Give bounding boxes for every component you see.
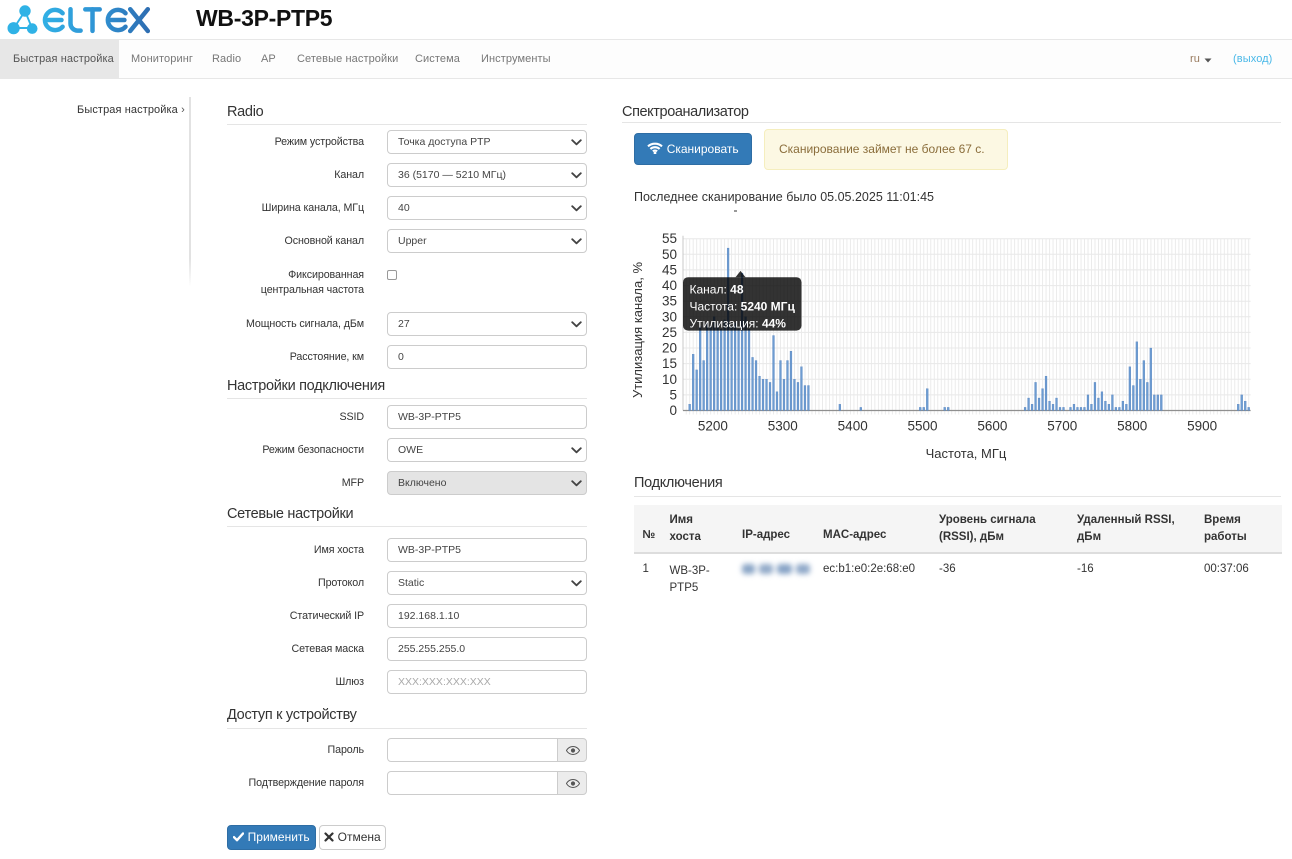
svg-text:10: 10 [662,372,677,387]
svg-text:25: 25 [662,325,677,340]
svg-text:Частота, МГц: Частота, МГц [926,446,1007,461]
svg-text:Частота: 5240 МГц: Частота: 5240 МГц [690,300,796,314]
svg-text:30: 30 [662,309,677,324]
svg-text:5: 5 [669,387,677,402]
svg-text:5700: 5700 [1047,419,1077,434]
svg-text:Утилизация: 44%: Утилизация: 44% [690,317,787,331]
svg-text:5600: 5600 [977,419,1007,434]
svg-text:Канал: 48: Канал: 48 [690,283,744,297]
svg-text:5500: 5500 [907,419,937,434]
svg-text:5800: 5800 [1117,419,1147,434]
svg-text:20: 20 [662,341,677,356]
svg-text:5400: 5400 [838,419,868,434]
svg-text:50: 50 [662,247,677,262]
svg-text:5900: 5900 [1187,419,1217,434]
svg-text:40: 40 [662,278,677,293]
svg-text:45: 45 [662,262,677,277]
svg-text:5200: 5200 [698,419,728,434]
svg-text:Утилизация канала, %: Утилизация канала, % [630,262,645,399]
svg-text:55: 55 [662,231,677,246]
svg-text:15: 15 [662,356,677,371]
svg-text:0: 0 [669,403,677,418]
svg-text:35: 35 [662,294,677,309]
svg-text:5300: 5300 [768,419,798,434]
